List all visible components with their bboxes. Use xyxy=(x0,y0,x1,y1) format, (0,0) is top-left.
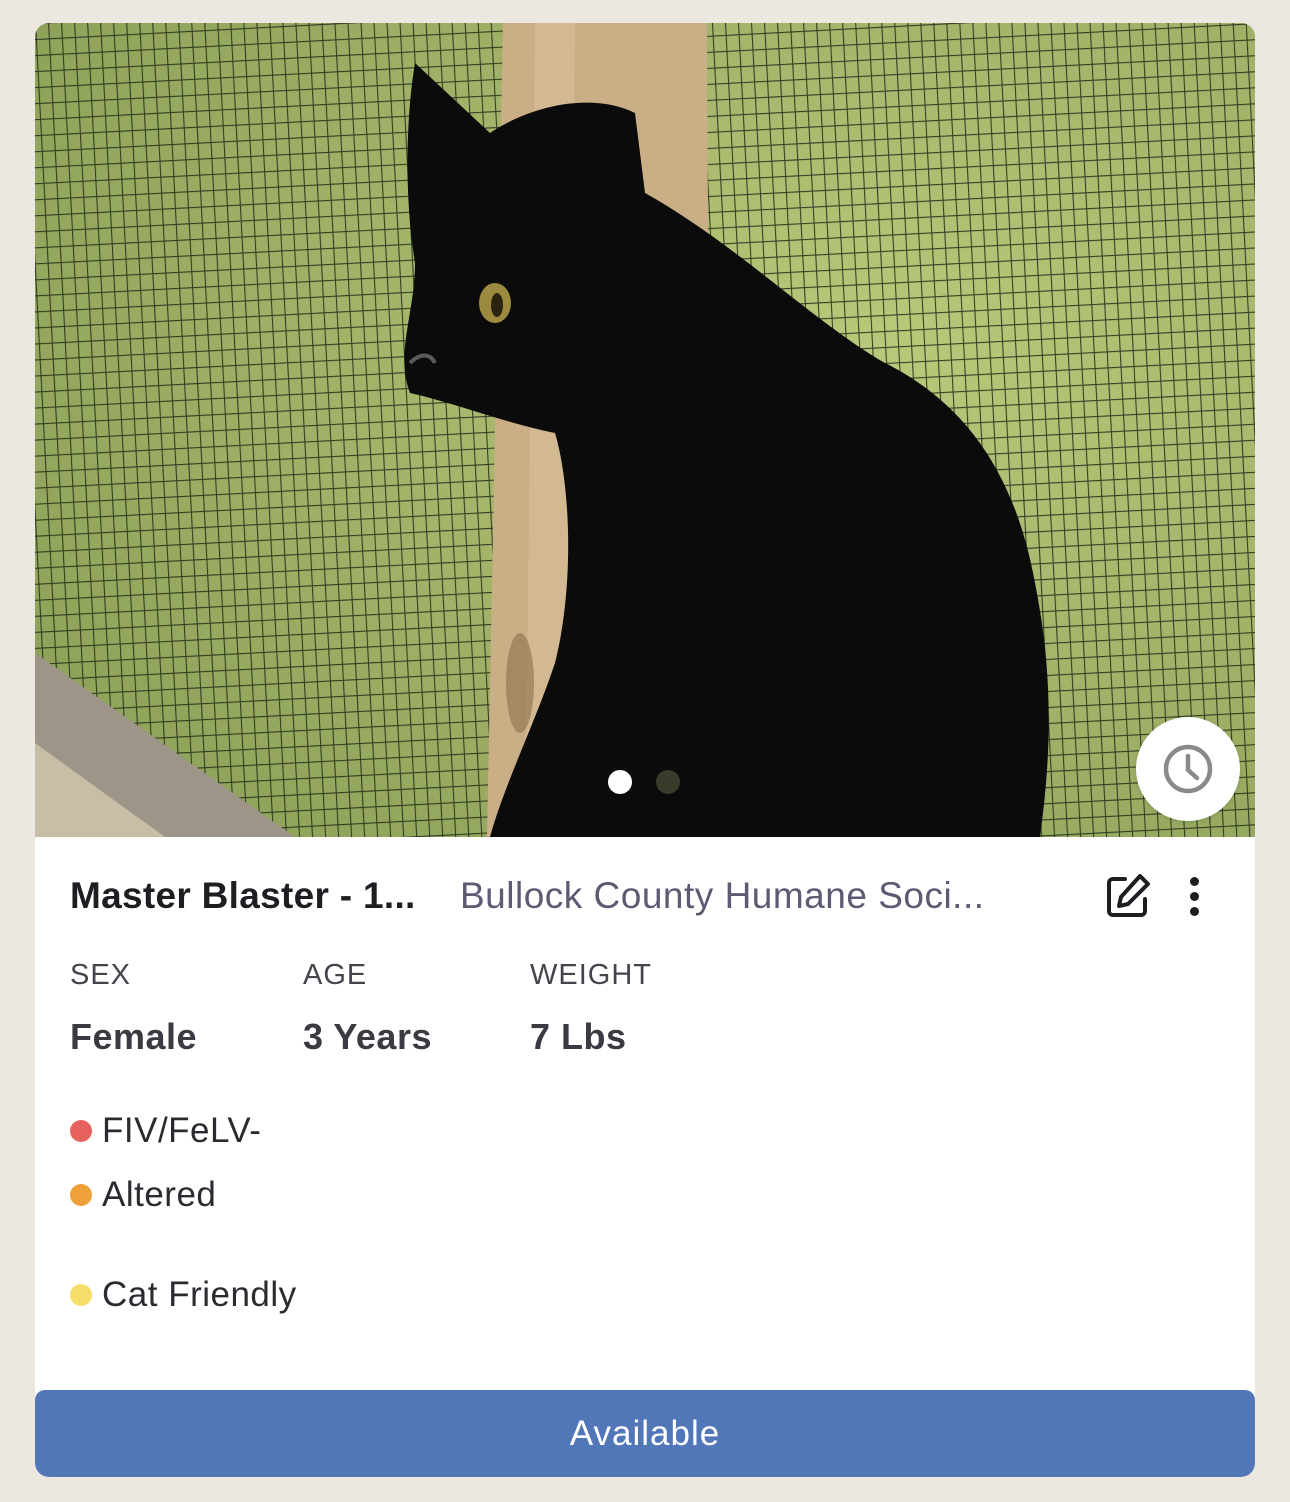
stat-value: Female xyxy=(70,1016,198,1057)
organization-name[interactable]: Bullock County Humane Soci... xyxy=(460,875,1060,917)
tag-label: FIV/FeLV- xyxy=(102,1111,262,1150)
tag-label: Altered xyxy=(102,1175,217,1214)
tag-altered: Altered xyxy=(70,1175,216,1215)
more-vertical-icon xyxy=(1189,876,1199,886)
stat-age: AGE 3 Years xyxy=(303,959,432,1058)
history-button[interactable] xyxy=(1136,717,1240,821)
carousel-dot-active[interactable] xyxy=(608,770,632,794)
pet-card[interactable]: Master Blaster - 1... Bullock County Hum… xyxy=(35,23,1255,1477)
pet-name[interactable]: Master Blaster - 1... xyxy=(70,875,460,917)
status-dot-icon xyxy=(70,1184,92,1206)
stat-value: 3 Years xyxy=(303,1016,432,1057)
carousel-dot[interactable] xyxy=(656,770,680,794)
stat-sex: SEX Female xyxy=(70,959,197,1058)
edit-button[interactable] xyxy=(1103,871,1153,921)
tag-label: Cat Friendly xyxy=(102,1275,297,1314)
carousel-indicators xyxy=(608,770,680,794)
edit-icon xyxy=(1107,874,1150,917)
clock-icon xyxy=(1163,744,1213,794)
status-dot-icon xyxy=(70,1120,92,1142)
stat-label: AGE xyxy=(303,959,368,991)
status-button[interactable]: Available xyxy=(35,1390,1255,1477)
stat-weight: WEIGHT 7 Lbs xyxy=(530,959,652,1058)
status-dot-icon xyxy=(70,1284,92,1306)
stat-value: 7 Lbs xyxy=(530,1016,627,1057)
tag-cat-friendly: Cat Friendly xyxy=(70,1275,297,1315)
card-title-row: Master Blaster - 1... Bullock County Hum… xyxy=(70,871,1220,921)
stat-label: WEIGHT xyxy=(530,959,652,991)
pet-photo-carousel[interactable] xyxy=(35,23,1255,837)
stat-label: SEX xyxy=(70,959,132,991)
more-options-button[interactable] xyxy=(1170,871,1218,921)
tag-fiv-felv: FIV/FeLV- xyxy=(70,1111,261,1151)
cat-photo xyxy=(35,23,1255,837)
